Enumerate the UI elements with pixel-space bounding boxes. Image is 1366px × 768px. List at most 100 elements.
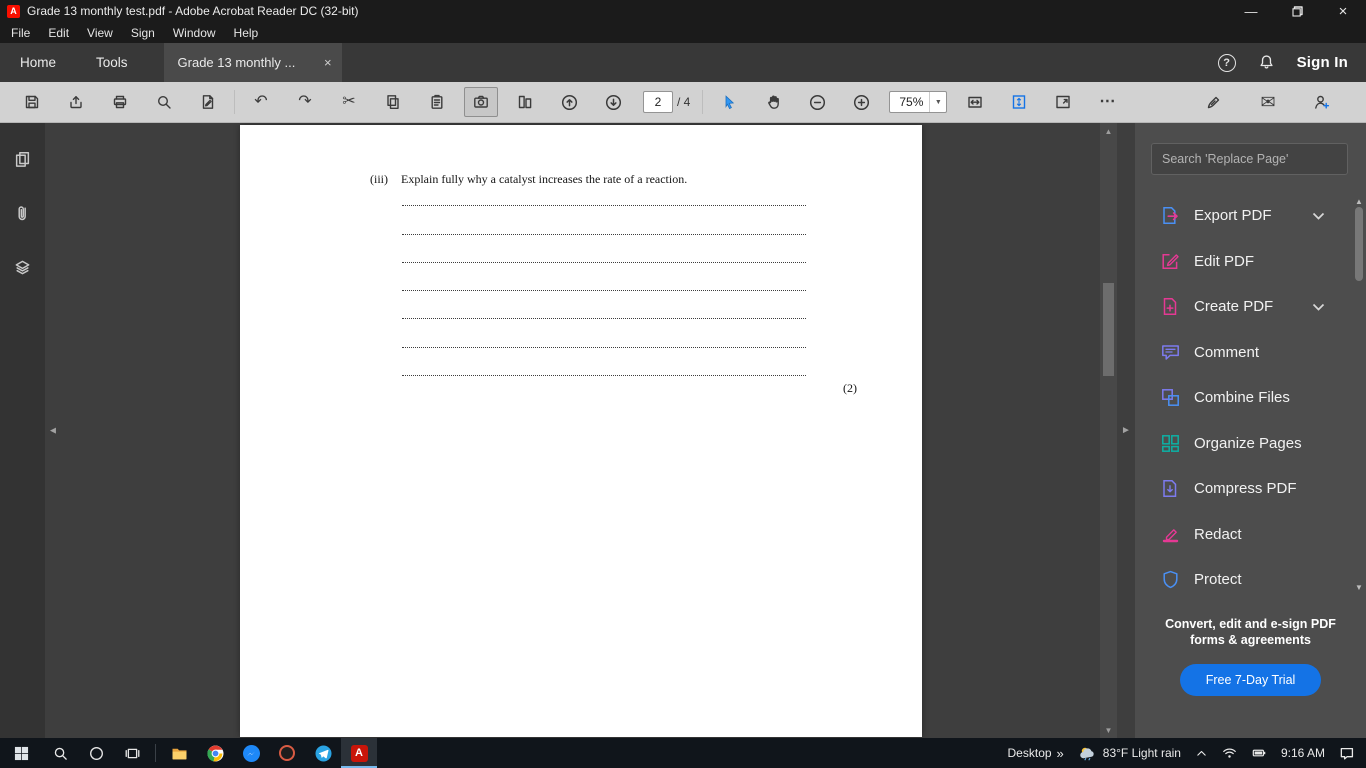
tool-organize-pages[interactable]: Organize Pages <box>1135 421 1352 467</box>
find-search-icon[interactable] <box>147 87 181 117</box>
cortana-icon[interactable] <box>78 738 114 768</box>
scroll-down-icon[interactable]: ▼ <box>1105 722 1113 738</box>
menu-bar: File Edit View Sign Window Help <box>0 22 1366 43</box>
snapshot-camera-button[interactable] <box>464 87 498 117</box>
taskbar-search-icon[interactable] <box>42 738 78 768</box>
pdf-page[interactable]: (iii) Explain fully why a catalyst incre… <box>240 125 922 737</box>
page-total-label: / 4 <box>677 95 691 109</box>
left-rail <box>0 123 45 738</box>
notifications-bell-icon[interactable] <box>1258 54 1275 71</box>
save-button[interactable] <box>15 87 49 117</box>
tab-tools[interactable]: Tools <box>76 43 148 82</box>
free-trial-button[interactable]: Free 7-Day Trial <box>1179 664 1322 696</box>
file-explorer-icon[interactable] <box>161 738 197 768</box>
chevron-down-icon[interactable] <box>1312 212 1325 220</box>
tab-home[interactable]: Home <box>0 43 76 82</box>
menu-sign[interactable]: Sign <box>122 22 164 43</box>
scrollbar-thumb[interactable] <box>1355 207 1363 281</box>
zoom-in-button[interactable] <box>844 87 878 117</box>
tool-comment[interactable]: Comment <box>1135 330 1352 376</box>
tools-panel-scrollbar[interactable]: ▲ ▼ <box>1352 193 1366 595</box>
window-title: Grade 13 monthly test.pdf - Adobe Acroba… <box>27 4 359 18</box>
tools-search-input[interactable] <box>1151 143 1348 175</box>
show-hidden-icons-chevron[interactable] <box>1188 738 1215 768</box>
start-button[interactable] <box>0 738 42 768</box>
scroll-down-icon[interactable]: ▼ <box>1355 579 1363 595</box>
tab-close-icon[interactable]: × <box>324 55 332 70</box>
print-button[interactable] <box>103 87 137 117</box>
previous-page-button[interactable] <box>552 87 586 117</box>
hand-tool-button[interactable] <box>756 87 790 117</box>
redo-button[interactable]: ↷ <box>288 87 322 117</box>
fit-page-button[interactable] <box>1002 87 1036 117</box>
sign-in-button[interactable]: Sign In <box>1297 54 1348 71</box>
menu-edit[interactable]: Edit <box>39 22 78 43</box>
weather-cloud-icon <box>1080 747 1094 761</box>
next-page-button[interactable] <box>596 87 630 117</box>
menu-view[interactable]: View <box>78 22 122 43</box>
tool-create-pdf[interactable]: Create PDF <box>1135 284 1352 330</box>
document-scrollbar[interactable]: ▲ ▼ <box>1100 123 1117 738</box>
share-file-button[interactable] <box>59 87 93 117</box>
maximize-button[interactable] <box>1274 0 1320 22</box>
acrobat-taskbar-icon[interactable]: A <box>341 738 377 768</box>
promo-block: Convert, edit and e-sign PDF forms & agr… <box>1135 617 1366 696</box>
clock[interactable]: 9:16 AM <box>1274 738 1332 768</box>
document-viewport[interactable]: (iii) Explain fully why a catalyst incre… <box>45 123 1135 738</box>
page-layout-button[interactable] <box>508 87 542 117</box>
menu-file[interactable]: File <box>2 22 39 43</box>
task-view-icon[interactable] <box>114 738 150 768</box>
collapse-right-panel-icon[interactable]: ► <box>1121 425 1131 436</box>
email-button[interactable]: ✉ <box>1251 87 1285 117</box>
right-panel-collapse-strip[interactable]: ► <box>1117 123 1135 738</box>
more-tools-button[interactable]: ⋯ <box>1090 87 1124 117</box>
tab-document-label: Grade 13 monthly ... <box>177 55 296 70</box>
content-area: (iii) Explain fully why a catalyst incre… <box>0 123 1366 738</box>
tool-export-pdf[interactable]: Export PDF <box>1135 193 1352 239</box>
chrome-icon[interactable] <box>197 738 233 768</box>
layers-icon[interactable] <box>9 253 37 281</box>
fit-width-button[interactable] <box>958 87 992 117</box>
copy-button[interactable] <box>376 87 410 117</box>
close-button[interactable]: × <box>1320 0 1366 22</box>
undo-button[interactable]: ↶ <box>244 87 278 117</box>
help-icon[interactable]: ? <box>1217 53 1236 72</box>
minimize-button[interactable]: — <box>1228 0 1274 22</box>
zoom-out-button[interactable] <box>800 87 834 117</box>
tool-edit-pdf[interactable]: Edit PDF <box>1135 239 1352 285</box>
select-tool-button[interactable] <box>712 87 746 117</box>
paste-clipboard-button[interactable] <box>420 87 454 117</box>
zoom-level-control[interactable]: 75% ▼ <box>889 91 948 113</box>
cut-button[interactable]: ✂ <box>332 87 366 117</box>
title-bar: A Grade 13 monthly test.pdf - Adobe Acro… <box>0 0 1366 22</box>
network-icon[interactable] <box>1215 738 1244 768</box>
desktop-toolbar[interactable]: Desktop » <box>1001 738 1071 768</box>
chevron-down-icon[interactable] <box>1312 303 1325 311</box>
page-number-input[interactable] <box>643 91 673 113</box>
tool-combine-files[interactable]: Combine Files <box>1135 375 1352 421</box>
attachments-paperclip-icon[interactable] <box>9 199 37 227</box>
battery-icon[interactable] <box>1244 738 1274 768</box>
tool-redact[interactable]: Redact <box>1135 512 1352 558</box>
ring-app-icon[interactable] <box>269 738 305 768</box>
menu-help[interactable]: Help <box>225 22 268 43</box>
sign-document-button[interactable] <box>191 87 225 117</box>
collapse-left-panel-icon[interactable]: ◄ <box>48 425 58 436</box>
fill-sign-pen-button[interactable] <box>1197 87 1231 117</box>
page-thumbnails-icon[interactable] <box>9 145 37 173</box>
fullscreen-button[interactable] <box>1046 87 1080 117</box>
tools-list: Export PDF Edit PDF Create PDF Comment C… <box>1135 193 1352 595</box>
menu-window[interactable]: Window <box>164 22 225 43</box>
toolbar-overflow-chevrons[interactable]: » <box>1057 746 1064 761</box>
tool-protect[interactable]: Protect <box>1135 557 1352 595</box>
scrollbar-thumb[interactable] <box>1103 283 1114 376</box>
telegram-icon[interactable] <box>305 738 341 768</box>
messenger-icon[interactable] <box>233 738 269 768</box>
scroll-up-icon[interactable]: ▲ <box>1105 123 1113 139</box>
action-center-icon[interactable] <box>1332 738 1366 768</box>
share-with-people-button[interactable] <box>1305 87 1339 117</box>
tool-compress-pdf[interactable]: Compress PDF <box>1135 466 1352 512</box>
tab-document[interactable]: Grade 13 monthly ... × <box>163 43 342 82</box>
weather-widget[interactable]: 83°F Light rain <box>1071 738 1188 768</box>
zoom-dropdown-caret-icon[interactable]: ▼ <box>929 92 946 112</box>
